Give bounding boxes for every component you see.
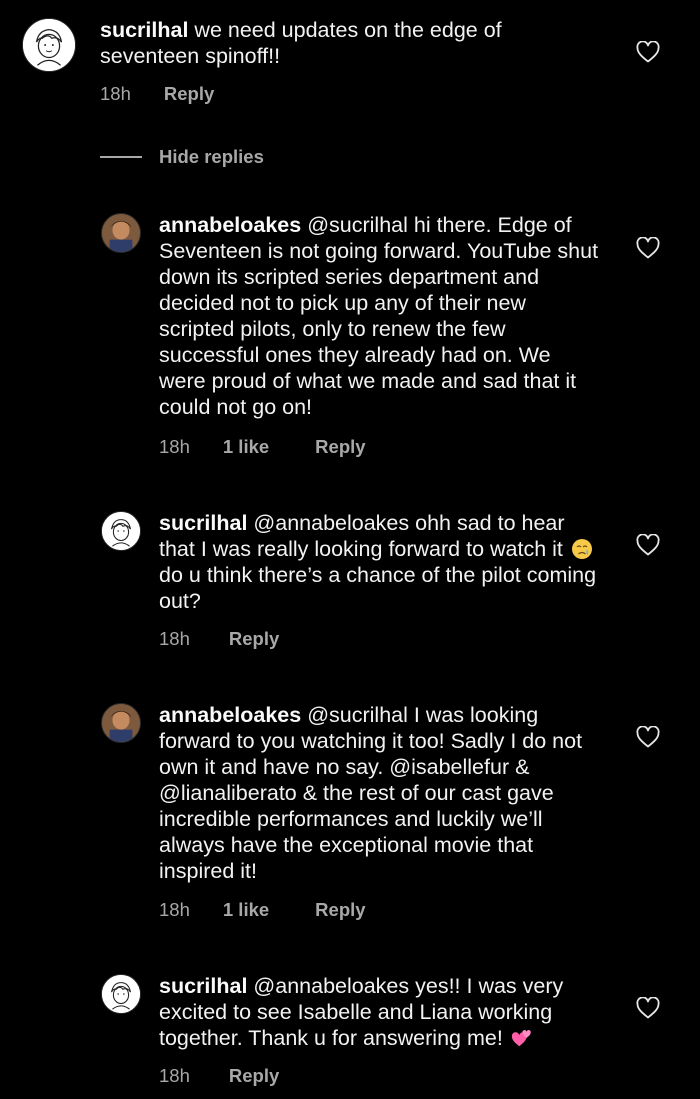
comment-username[interactable]: annabeloakes bbox=[159, 213, 301, 237]
comment-body-continued: do u think there’s a chance of the pilot… bbox=[159, 563, 597, 613]
hide-replies-button[interactable]: Hide replies bbox=[100, 146, 264, 168]
comment-body: hi there. Edge of Seventeen is not going… bbox=[159, 213, 599, 419]
user-avatar-drawing-icon bbox=[23, 19, 75, 71]
like-heart-icon[interactable] bbox=[636, 726, 660, 748]
user-avatar-drawing-icon bbox=[102, 975, 140, 1013]
reply-button[interactable]: Reply bbox=[229, 628, 279, 650]
comment-text: annabeloakes @sucrilhal I was looking fo… bbox=[159, 702, 599, 884]
comment-text: annabeloakes @sucrilhal hi there. Edge o… bbox=[159, 212, 599, 420]
comment-username[interactable]: sucrilhal bbox=[159, 974, 247, 998]
comment-meta: 18h Reply bbox=[159, 628, 279, 650]
comment-meta: 18h 1 like Reply bbox=[159, 899, 366, 921]
avatar[interactable] bbox=[101, 974, 141, 1014]
avatar[interactable] bbox=[101, 213, 141, 253]
comment-username[interactable]: sucrilhal bbox=[159, 511, 247, 535]
hide-replies-label: Hide replies bbox=[159, 146, 264, 167]
user-avatar-drawing-icon bbox=[102, 512, 140, 550]
avatar[interactable] bbox=[101, 703, 141, 743]
like-count[interactable]: 1 like bbox=[223, 899, 269, 921]
comment-time: 18h bbox=[159, 1065, 190, 1086]
hide-replies-divider bbox=[100, 156, 142, 158]
reply-button[interactable]: Reply bbox=[315, 899, 365, 921]
like-count[interactable]: 1 like bbox=[223, 436, 269, 458]
comment-username[interactable]: annabeloakes bbox=[159, 703, 301, 727]
two-hearts-emoji-icon bbox=[511, 1030, 531, 1047]
user-avatar-photo-icon bbox=[102, 704, 140, 742]
comment-text: sucrilhal we need updates on the edge of… bbox=[100, 17, 560, 69]
comments-feed: sucrilhal we need updates on the edge of… bbox=[0, 0, 700, 1099]
avatar[interactable] bbox=[22, 18, 76, 72]
comment-text: sucrilhal @annabeloakes ohh sad to hear … bbox=[159, 510, 599, 614]
like-heart-icon[interactable] bbox=[636, 534, 660, 556]
reply-button[interactable]: Reply bbox=[229, 1065, 279, 1087]
comment-time: 18h bbox=[159, 436, 190, 457]
comment-mention[interactable]: @annabeloakes bbox=[253, 974, 409, 998]
comment-meta: 18h Reply bbox=[100, 83, 214, 105]
comment-time: 18h bbox=[159, 899, 190, 920]
like-heart-icon[interactable] bbox=[636, 237, 660, 259]
comment-mention[interactable]: @sucrilhal bbox=[307, 703, 408, 727]
avatar[interactable] bbox=[101, 511, 141, 551]
like-heart-icon[interactable] bbox=[636, 997, 660, 1019]
comment-time: 18h bbox=[100, 83, 131, 104]
comment-time: 18h bbox=[159, 628, 190, 649]
like-heart-icon[interactable] bbox=[636, 41, 660, 63]
reply-button[interactable]: Reply bbox=[164, 83, 214, 105]
reply-button[interactable]: Reply bbox=[315, 436, 365, 458]
comment-meta: 18h 1 like Reply bbox=[159, 436, 366, 458]
crying-face-emoji-icon bbox=[571, 539, 592, 559]
comment-text: sucrilhal @annabeloakes yes!! I was very… bbox=[159, 973, 599, 1051]
comment-mention[interactable]: @annabeloakes bbox=[253, 511, 409, 535]
comment-mention[interactable]: @sucrilhal bbox=[307, 213, 408, 237]
comment-username[interactable]: sucrilhal bbox=[100, 18, 188, 42]
comment-meta: 18h Reply bbox=[159, 1065, 279, 1087]
user-avatar-photo-icon bbox=[102, 214, 140, 252]
comment-body: I was looking forward to you watching it… bbox=[159, 703, 583, 883]
